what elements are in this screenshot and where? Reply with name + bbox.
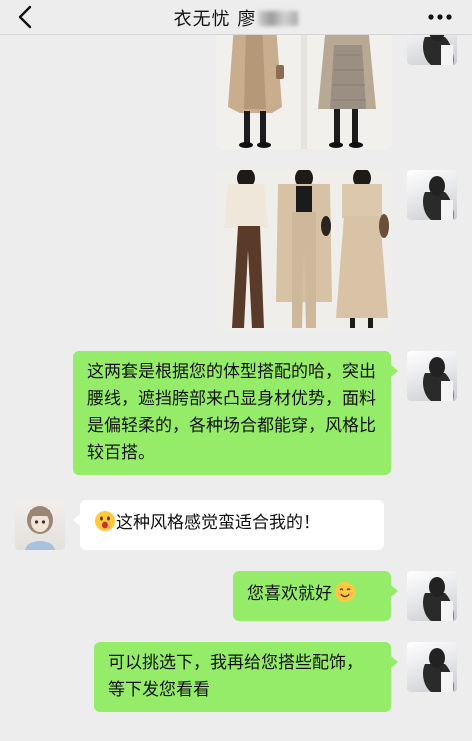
contact-avatar[interactable] <box>15 500 65 550</box>
message-bubble-me[interactable]: 这两套是根据您的体型搭配的哈，突出腰线，遮挡胯部来凸显身材优势，面料是偏轻柔的，… <box>73 351 398 475</box>
contact-name: 衣无忧 廖 <box>173 9 257 30</box>
bubble-tail <box>391 585 398 597</box>
message-text: 这两套是根据您的体型搭配的哈，突出腰线，遮挡胯部来凸显身材优势，面料是偏轻柔的，… <box>87 362 376 463</box>
message-bubble-me[interactable]: 您喜欢就好 <box>233 571 398 621</box>
outfit-photo-2[interactable] <box>216 170 392 330</box>
chat-title: 衣无忧 廖 <box>0 5 472 31</box>
my-avatar[interactable] <box>407 642 457 692</box>
my-avatar[interactable] <box>407 351 457 401</box>
my-avatar[interactable] <box>407 571 457 621</box>
more-dots-icon[interactable] <box>428 12 452 22</box>
message-bubble-other[interactable]: 这种风格感觉蛮适合我的！ <box>73 500 384 550</box>
message-list[interactable]: 这两套是根据您的体型搭配的哈，突出腰线，遮挡胯部来凸显身材优势，面料是偏轻柔的，… <box>0 35 472 741</box>
outfit-photo-1[interactable] <box>216 35 392 149</box>
bubble-tail <box>391 365 398 377</box>
surprised-face-icon <box>95 511 115 531</box>
my-avatar[interactable] <box>407 170 457 220</box>
chat-header: 衣无忧 廖 <box>0 0 472 35</box>
bubble-tail <box>391 656 398 668</box>
message-text: 这种风格感觉蛮适合我的！ <box>116 513 320 533</box>
message-text: 可以挑选下，我再给您搭些配饰，等下发您看看 <box>108 653 363 700</box>
smiling-face-icon <box>335 582 355 602</box>
name-redaction <box>258 11 299 26</box>
bubble-tail <box>73 514 80 526</box>
message-bubble-me[interactable]: 可以挑选下，我再给您搭些配饰，等下发您看看 <box>94 642 398 712</box>
my-avatar[interactable] <box>407 35 457 65</box>
message-text: 您喜欢就好 <box>247 584 332 604</box>
